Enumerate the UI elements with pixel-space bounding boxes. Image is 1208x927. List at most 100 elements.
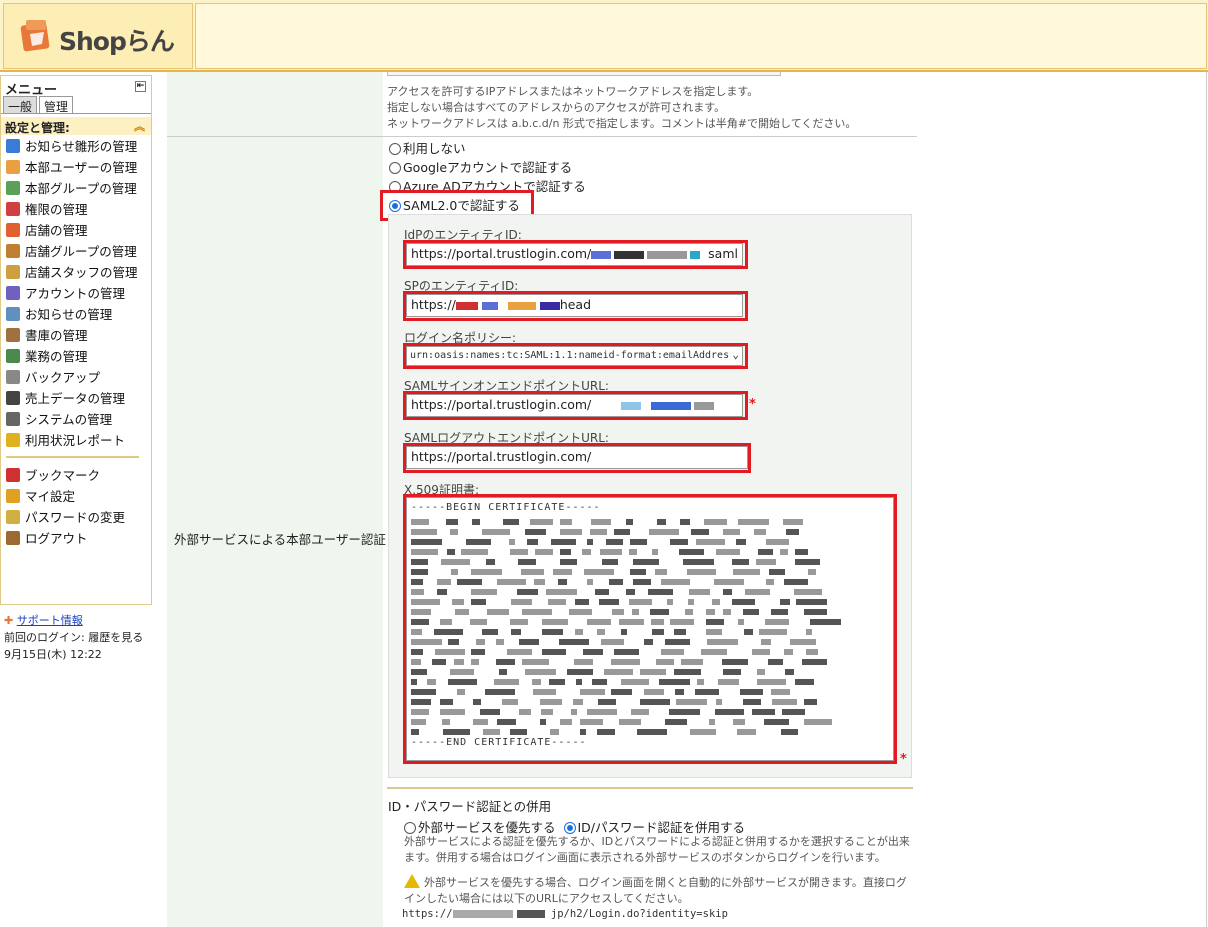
user-icon: [6, 159, 20, 174]
sidebar-item[interactable]: ログアウト: [1, 527, 151, 548]
admin-menu-list: お知らせ雛形の管理 本部ユーザーの管理本部グループの管理権限の管理店舗の管理店舗グ…: [1, 135, 151, 450]
skip-url[interactable]: https:// jp/h2/Login.do?identity=skip: [402, 908, 728, 920]
sidebar-item[interactable]: アカウントの管理: [1, 282, 151, 303]
ip-textarea-bottom[interactable]: [387, 72, 781, 76]
sidebar-item-label: 本部ユーザーの管理: [25, 160, 138, 175]
logo[interactable]: Shopらん: [3, 3, 193, 69]
sidebar-item[interactable]: マイ設定: [1, 485, 151, 506]
highlight-box: [403, 343, 748, 369]
notice-icon: [6, 306, 20, 321]
highlight-box: [403, 240, 748, 269]
menu-title: メニュー ⇤: [1, 76, 151, 98]
sidebar-item[interactable]: 本部グループの管理: [1, 177, 151, 198]
permission-icon: [6, 201, 20, 216]
support-icon: ✚: [4, 614, 14, 627]
sidebar-item[interactable]: ブックマーク: [1, 464, 151, 485]
sidebar-item[interactable]: 業務の管理: [1, 345, 151, 366]
sidebar-item[interactable]: 本部ユーザーの管理: [1, 156, 151, 177]
radio-combined[interactable]: [563, 822, 576, 834]
sidebar-footer: ✚ サポート情報 前回のログイン: 履歴を見る 9月15日(木) 12:22: [4, 612, 150, 663]
combined-title: ID・パスワード認証との併用: [388, 799, 552, 814]
sidebar-tabs: 一般 管理: [1, 96, 151, 114]
option-label: 利用しない: [403, 141, 466, 156]
settings-icon: [6, 488, 20, 503]
store-group-icon: [6, 243, 20, 258]
staff-icon: [6, 264, 20, 279]
task-icon: [6, 348, 20, 363]
shopran-logo-icon: [20, 20, 50, 52]
warning-text: 外部サービスを優先する場合、ログイン画面を開くと自動的に外部サービスが開きます。…: [404, 876, 907, 905]
sidebar-item-label: 利用状況レポート: [25, 433, 126, 448]
bookmark-icon: [6, 467, 20, 482]
warning-icon: [404, 874, 420, 888]
support-link[interactable]: サポート情報: [17, 614, 83, 627]
sidebar-item-label: アカウントの管理: [25, 286, 126, 301]
highlight-box: [403, 291, 748, 321]
ip-note: ネットワークアドレスは a.b.c.d/n 形式で指定します。コメントは半角#で…: [387, 117, 857, 130]
combined-note: 外部サービスによる認証を優先するか、IDとパスワードによる認証と併用するかを選択…: [404, 835, 910, 864]
tab-general[interactable]: 一般: [3, 96, 38, 114]
system-icon: [6, 411, 20, 426]
last-login-label: 前回のログイン: 履歴を見る: [4, 631, 144, 644]
highlight-box: [403, 494, 897, 764]
section-divider: [387, 787, 913, 789]
sidebar-item-label: 店舗の管理: [25, 223, 88, 238]
sales-icon: [6, 390, 20, 405]
sidebar-item-label: バックアップ: [25, 370, 101, 385]
section-title: 設定と管理:: [5, 121, 70, 135]
sidebar-item-label: 書庫の管理: [25, 328, 88, 343]
auth-option-google[interactable]: Googleアカウントで認証する: [389, 158, 586, 177]
sidebar-item[interactable]: パスワードの変更: [1, 506, 151, 527]
sidebar-item-label: 権限の管理: [25, 202, 88, 217]
edit-icon: [6, 138, 20, 153]
collapse-icon[interactable]: ⇤: [135, 81, 146, 92]
sidebar-item-label: お知らせの管理: [25, 307, 113, 322]
app-header: Shopらん: [0, 0, 1208, 72]
sidebar-item[interactable]: 売上データの管理: [1, 387, 151, 408]
radio-external-first[interactable]: [404, 822, 416, 834]
lock-icon: [6, 509, 20, 524]
sidebar-item[interactable]: システムの管理: [1, 408, 151, 429]
section-settings-header[interactable]: 設定と管理: ︽: [1, 117, 151, 135]
sidebar-item-label: 店舗スタッフの管理: [25, 265, 138, 280]
report-icon: [6, 432, 20, 447]
radio-google[interactable]: [389, 162, 401, 174]
ip-note: アクセスを許可するIPアドレスまたはネットワークアドレスを指定します。: [387, 85, 759, 98]
option-label: 外部サービスを優先する: [418, 820, 556, 835]
sidebar-item[interactable]: お知らせの管理: [1, 303, 151, 324]
url-suffix: jp/h2/Login.do?identity=skip: [550, 908, 728, 920]
option-label: ID/パスワード認証を併用する: [577, 820, 746, 835]
sidebar-item-label: 売上データの管理: [25, 391, 126, 406]
store-icon: [6, 222, 20, 237]
option-external-first[interactable]: 外部サービスを優先する: [404, 820, 556, 835]
option-label: Googleアカウントで認証する: [403, 160, 573, 175]
sidebar-item-label: ログアウト: [25, 531, 88, 546]
sidebar-item[interactable]: 店舗スタッフの管理: [1, 261, 151, 282]
option-combined[interactable]: ID/パスワード認証を併用する: [563, 820, 746, 835]
sidebar-item-label: パスワードの変更: [25, 510, 126, 525]
sidebar-item[interactable]: お知らせ雛形の管理: [1, 135, 151, 156]
sidebar-item[interactable]: 店舗の管理: [1, 219, 151, 240]
auth-option-none[interactable]: 利用しない: [389, 139, 586, 158]
highlight-box: [403, 391, 748, 420]
sidebar-item[interactable]: 利用状況レポート: [1, 429, 151, 450]
sidebar-item-label: 店舗グループの管理: [25, 244, 137, 259]
sidebar-item-label: お知らせ雛形の管理: [25, 139, 138, 154]
radio-none[interactable]: [389, 143, 401, 155]
last-login-time: 9月15日(木) 12:22: [4, 648, 102, 661]
redacted-block: [452, 910, 513, 918]
sidebar-item[interactable]: 店舗グループの管理: [1, 240, 151, 261]
sidebar-item[interactable]: バックアップ: [1, 366, 151, 387]
ip-note: 指定しない場合はすべてのアドレスからのアクセスが許可されます。: [387, 101, 726, 114]
account-icon: [6, 285, 20, 300]
logo-text: Shopらん: [59, 27, 175, 56]
highlight-box: [403, 443, 751, 473]
sidebar-item[interactable]: 権限の管理: [1, 198, 151, 219]
menu-divider: [6, 456, 139, 458]
sidebar-item-label: ブックマーク: [25, 468, 101, 483]
url-prefix: https://: [402, 908, 453, 920]
chevron-up-icon[interactable]: ︽: [134, 118, 145, 134]
tab-admin[interactable]: 管理: [39, 96, 74, 114]
sidebar-item[interactable]: 書庫の管理: [1, 324, 151, 345]
sidebar: メニュー ⇤ 一般 管理 設定と管理: ︽ お知らせ雛形の管理 本部ユーザーの管理…: [0, 75, 152, 605]
